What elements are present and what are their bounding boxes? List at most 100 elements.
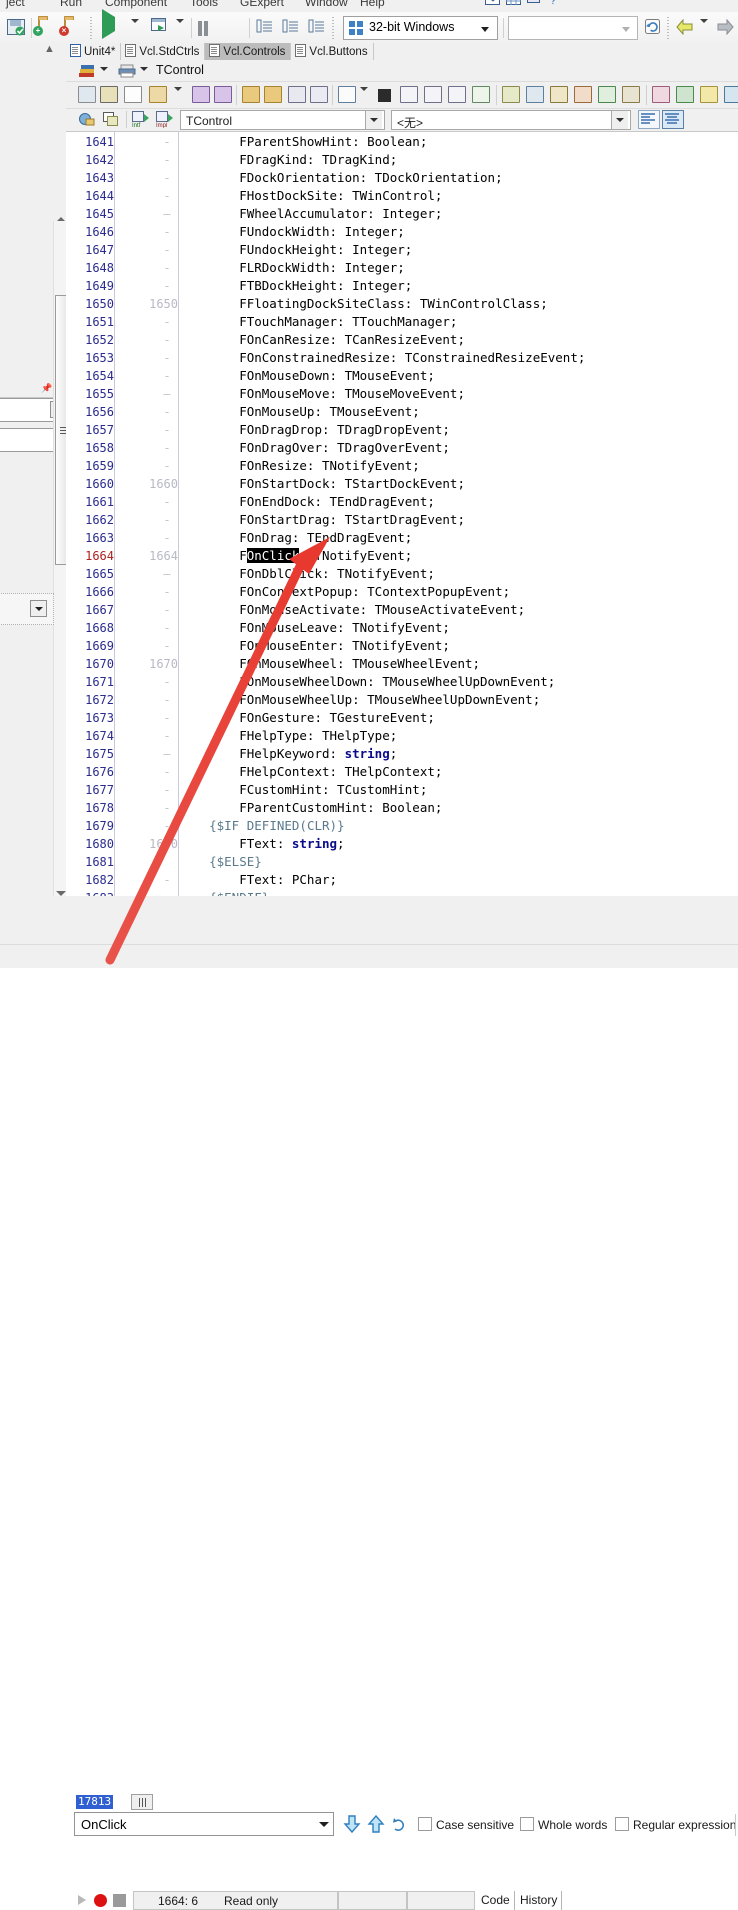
code-line[interactable]: FOnStartDock: TStartDockEvent; bbox=[179, 475, 465, 493]
edit-pencil-icon[interactable] bbox=[550, 86, 568, 103]
fold-dash-icon[interactable]: – bbox=[162, 745, 172, 763]
open-file-icon[interactable] bbox=[78, 86, 96, 103]
mail-icon[interactable] bbox=[485, 0, 501, 8]
fold-dash-icon[interactable]: – bbox=[162, 385, 172, 403]
goto-line-icon[interactable] bbox=[472, 86, 490, 103]
save-as-icon[interactable] bbox=[214, 86, 232, 103]
fold-dash-icon[interactable]: - bbox=[162, 781, 172, 799]
code-editor[interactable]: 1641 - 1642 - 1643 - 1644 - 1645 – 1646 - 1647 - 1648 -… bbox=[66, 132, 738, 896]
code-line[interactable]: FOnGesture: TGestureEvent; bbox=[179, 709, 435, 727]
window-switch-icon[interactable] bbox=[102, 111, 119, 130]
checkbox[interactable] bbox=[615, 1817, 629, 1831]
code-line[interactable]: FDragKind: TDragKind; bbox=[179, 151, 397, 169]
code-line[interactable]: FOnMouseDown: TMouseEvent; bbox=[179, 367, 435, 385]
find-previous-icon[interactable] bbox=[366, 1814, 386, 1837]
search-input[interactable]: OnClick bbox=[74, 1812, 334, 1836]
code-line[interactable]: FWheelAccumulator: Integer; bbox=[179, 205, 442, 223]
remove-from-project-icon[interactable] bbox=[264, 86, 282, 103]
member-combo[interactable]: <无> bbox=[391, 110, 631, 130]
code-line[interactable]: FLRDockWidth: Integer; bbox=[179, 259, 405, 277]
fold-dash-icon[interactable]: - bbox=[162, 241, 172, 259]
options-gear-icon[interactable] bbox=[724, 86, 738, 103]
fold-dash-icon[interactable]: - bbox=[162, 277, 172, 295]
code-line[interactable]: FOnConstrainedResize: TConstrainedResize… bbox=[179, 349, 585, 367]
fold-dash-icon[interactable]: - bbox=[162, 619, 172, 637]
code-line[interactable]: FOnMouseWheelUp: TMouseWheelUpDownEvent; bbox=[179, 691, 540, 709]
fold-dash-icon[interactable]: - bbox=[162, 331, 172, 349]
code-line[interactable]: FDockOrientation: TDockOrientation; bbox=[179, 169, 502, 187]
fold-dash-icon[interactable]: - bbox=[162, 403, 172, 421]
fold-dash-icon[interactable]: - bbox=[162, 529, 172, 547]
search-history-dropdown-icon[interactable] bbox=[314, 1814, 332, 1834]
help-pointer-icon[interactable]: ? bbox=[548, 0, 564, 8]
code-line[interactable]: FOnStartDrag: TStartDragEvent; bbox=[179, 511, 465, 529]
search-replace-icon[interactable] bbox=[526, 86, 544, 103]
code-line[interactable]: FCustomHint: TCustomHint; bbox=[179, 781, 427, 799]
implementation-nav-icon[interactable]: Impl bbox=[156, 111, 174, 131]
open-folder-icon[interactable] bbox=[149, 86, 167, 103]
platform-selector[interactable]: 32-bit Windows bbox=[343, 16, 498, 40]
refactor-icon[interactable] bbox=[622, 86, 640, 103]
form-designer-icon[interactable] bbox=[574, 86, 592, 103]
comment-icon[interactable] bbox=[527, 0, 543, 8]
code-line[interactable]: FFloatingDockSiteClass: TWinControlClass… bbox=[179, 295, 548, 313]
panel-scroll-up-icon[interactable]: ▲ bbox=[44, 45, 55, 55]
unit-explorer-icon[interactable] bbox=[598, 86, 616, 103]
code-line[interactable]: FOnDrag: TEndDragEvent; bbox=[179, 529, 412, 547]
editor-tab-unit4[interactable]: Unit4* bbox=[66, 43, 122, 60]
panel-scrollbar[interactable] bbox=[53, 221, 66, 896]
code-line[interactable]: FParentCustomHint: Boolean; bbox=[179, 799, 442, 817]
refresh-search-icon[interactable] bbox=[392, 1815, 406, 1837]
fold-dash-icon[interactable]: - bbox=[162, 493, 172, 511]
status-run-icon[interactable] bbox=[78, 1895, 86, 1905]
fold-dash-icon[interactable]: - bbox=[162, 421, 172, 439]
nav-forward-icon[interactable] bbox=[716, 18, 734, 44]
fold-dash-icon[interactable]: - bbox=[162, 691, 172, 709]
editor-tab-vcl-controls[interactable]: Vcl.Controls bbox=[205, 43, 292, 60]
fold-dash-icon[interactable]: - bbox=[162, 817, 172, 835]
editor-tab-vcl-stdctrls[interactable]: Vcl.StdCtrls bbox=[121, 43, 206, 60]
tab-history[interactable]: History bbox=[516, 1891, 563, 1910]
pin-icon[interactable]: 📌 bbox=[41, 383, 52, 394]
interface-nav-icon[interactable]: Intf bbox=[132, 111, 150, 131]
sync-edit-icon[interactable] bbox=[676, 86, 694, 103]
menu-item-component[interactable]: Component bbox=[105, 0, 167, 9]
code-text-area[interactable]: FParentShowHint: Boolean; FDragKind: TDr… bbox=[179, 132, 738, 896]
fold-dash-icon[interactable]: - bbox=[162, 313, 172, 331]
status-stop-icon[interactable] bbox=[113, 1894, 126, 1907]
new-file-icon[interactable] bbox=[124, 86, 142, 103]
option-case-sensitive[interactable]: Case sensitive bbox=[418, 1817, 514, 1832]
step-over-icon[interactable] bbox=[282, 18, 300, 43]
printer-icon[interactable] bbox=[118, 64, 136, 81]
fold-dash-icon[interactable]: – bbox=[162, 205, 172, 223]
code-line[interactable]: FHostDockSite: TWinControl; bbox=[179, 187, 442, 205]
trace-into-icon[interactable] bbox=[256, 18, 274, 43]
fold-dash-icon[interactable]: - bbox=[162, 169, 172, 187]
option-whole-words[interactable]: Whole words bbox=[520, 1817, 607, 1832]
search-find-icon[interactable] bbox=[502, 86, 520, 103]
fold-dash-icon[interactable]: – bbox=[162, 565, 172, 583]
code-line[interactable]: FOnDragOver: TDragOverEvent; bbox=[179, 439, 450, 457]
code-line[interactable]: FHelpKeyword: string; bbox=[179, 745, 397, 763]
fold-dash-icon[interactable]: - bbox=[162, 799, 172, 817]
menu-item-window[interactable]: Window bbox=[305, 0, 348, 9]
program-stop-icon[interactable] bbox=[378, 89, 391, 102]
fold-dash-icon[interactable]: - bbox=[162, 709, 172, 727]
fold-dash-icon[interactable]: - bbox=[162, 349, 172, 367]
books-icon[interactable] bbox=[78, 64, 94, 78]
fold-dash-icon[interactable]: - bbox=[162, 511, 172, 529]
globe-icon[interactable] bbox=[78, 111, 95, 130]
code-line[interactable]: FText: PChar; bbox=[179, 871, 337, 889]
checkbox[interactable] bbox=[520, 1817, 534, 1831]
chevron-down-icon[interactable] bbox=[611, 111, 628, 129]
code-line[interactable]: FUndockWidth: Integer; bbox=[179, 223, 405, 241]
code-line[interactable]: {$ENDIF} bbox=[179, 889, 269, 896]
step-over-icon[interactable] bbox=[424, 86, 442, 103]
code-line[interactable]: FOnDragDrop: TDragDropEvent; bbox=[179, 421, 450, 439]
fold-dash-icon[interactable]: - bbox=[162, 763, 172, 781]
editor-tab-vcl-buttons[interactable]: Vcl.Buttons bbox=[291, 43, 374, 60]
view-unit-icon[interactable] bbox=[288, 86, 306, 103]
fold-dash-icon[interactable]: - bbox=[162, 133, 172, 151]
chevron-down-icon[interactable] bbox=[365, 111, 382, 129]
code-template-icon[interactable] bbox=[652, 86, 670, 103]
